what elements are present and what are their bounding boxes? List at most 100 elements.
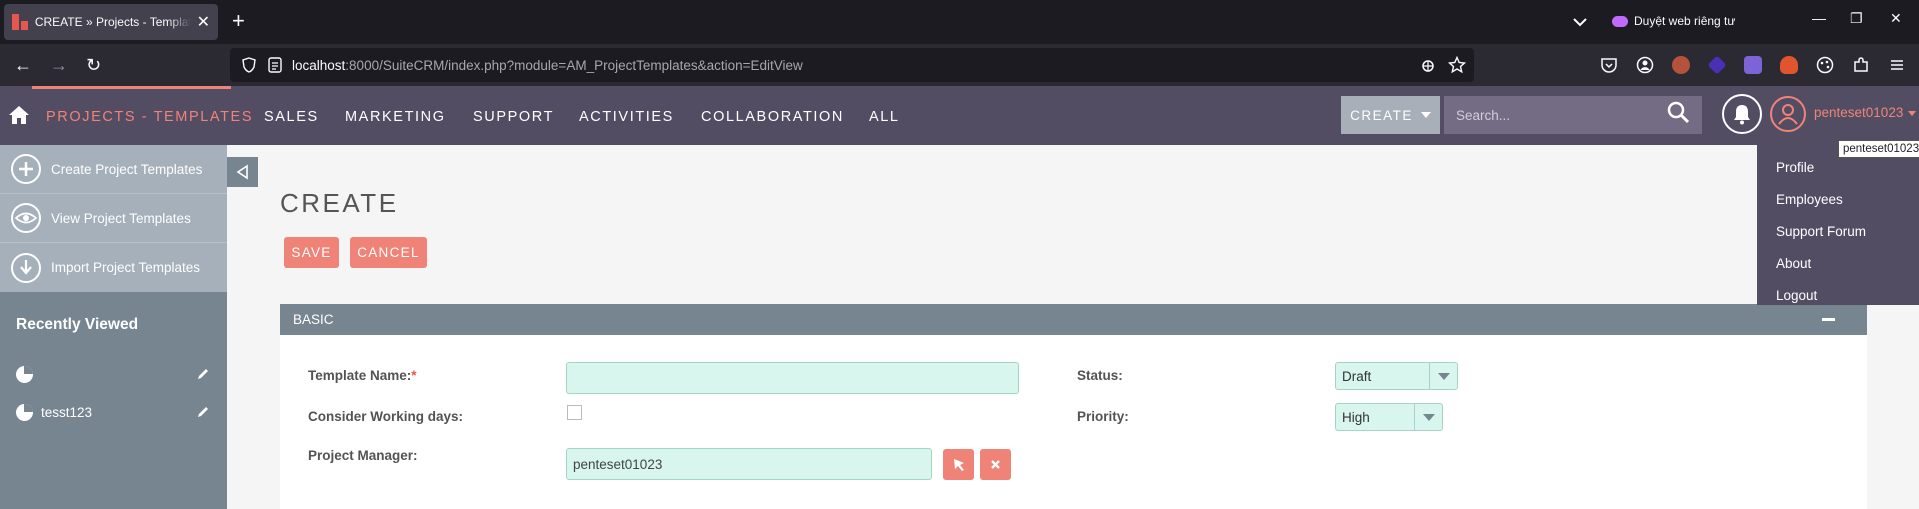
forward-icon[interactable]: → (50, 54, 68, 76)
clear-x-icon (991, 460, 1000, 469)
sidebar-action-label: Import Project Templates (51, 260, 201, 275)
back-icon[interactable]: ← (14, 54, 32, 76)
priority-select[interactable]: High (1335, 403, 1443, 431)
sidebar-action-view[interactable]: View Project Templates (0, 194, 227, 243)
sidebar-action-label: View Project Templates (51, 210, 191, 226)
panel-title: BASIC (293, 312, 334, 327)
priority-value: High (1342, 409, 1370, 425)
status-select[interactable]: Draft (1335, 362, 1458, 390)
account-icon[interactable] (1636, 56, 1654, 74)
search-icon[interactable] (1666, 100, 1690, 124)
status-value: Draft (1342, 368, 1372, 384)
working-days-checkbox[interactable] (567, 405, 582, 420)
user-avatar[interactable] (1770, 96, 1806, 132)
sidebar-action-import[interactable]: Import Project Templates (0, 243, 227, 292)
working-days-label: Consider Working days: (308, 409, 464, 424)
edit-pencil-icon[interactable] (196, 367, 210, 381)
clear-user-button[interactable] (980, 449, 1011, 480)
active-module-indicator (32, 86, 231, 89)
user-menu-toggle[interactable]: penteset01023 (1814, 105, 1917, 120)
extension-purple-icon[interactable] (1707, 55, 1727, 75)
nav-module-marketing[interactable]: MARKETING (345, 109, 446, 125)
browser-tab-bar: CREATE » Projects - Templates » SuiteCRM… (0, 0, 1919, 44)
extension-fox-icon[interactable] (1780, 56, 1798, 74)
menu-item-employees[interactable]: Employees (1757, 183, 1919, 215)
caret-down-icon (1908, 110, 1917, 116)
extensions-puzzle-icon[interactable] (1852, 56, 1870, 74)
new-tab-button[interactable]: + (232, 8, 245, 34)
recent-item[interactable] (0, 355, 227, 393)
bug-icon[interactable] (1420, 57, 1436, 73)
nav-module-all[interactable]: ALL (869, 109, 900, 125)
dropdown-arrow-icon (1414, 404, 1442, 430)
extension-avatar-icon[interactable] (1672, 56, 1690, 74)
select-arrow-icon (954, 459, 964, 471)
window-close-icon[interactable]: ✕ (1890, 10, 1902, 27)
menu-item-about[interactable]: About (1757, 247, 1919, 279)
suitecrm-favicon-icon (12, 14, 28, 30)
panel-basic-header[interactable]: BASIC (280, 304, 1867, 335)
template-name-label: Template Name:* (308, 368, 417, 383)
select-user-button[interactable] (943, 449, 974, 480)
nav-module-activities[interactable]: ACTIVITIES (579, 109, 674, 125)
sidebar-action-label: Create Project Templates (51, 161, 203, 177)
menu-icon[interactable] (1888, 56, 1906, 74)
reload-icon[interactable]: ↻ (86, 54, 101, 76)
caret-down-icon (1420, 112, 1431, 118)
template-name-input[interactable] (566, 362, 1019, 394)
list-all-tabs-icon[interactable] (1570, 12, 1590, 32)
create-dropdown-button[interactable]: CREATE (1341, 96, 1440, 134)
create-label: CREATE (1350, 107, 1413, 123)
bookmark-star-icon[interactable] (1448, 56, 1466, 74)
home-icon[interactable] (8, 104, 30, 126)
menu-item-logout[interactable]: Logout (1757, 279, 1919, 311)
eye-icon (11, 203, 41, 233)
nav-module-sales[interactable]: SALES (264, 109, 319, 125)
private-browsing-indicator: Duyệt web riêng tư (1612, 14, 1735, 28)
cancel-button[interactable]: CANCEL (350, 237, 427, 268)
status-label: Status: (1077, 368, 1123, 383)
sidebar-collapse-button[interactable] (227, 157, 258, 187)
project-manager-label: Project Manager: (308, 448, 418, 463)
username-tooltip: penteset01023 (1838, 140, 1919, 158)
tab-title: CREATE » Projects - Templates » SuiteCRM (34, 15, 191, 29)
nav-module-support[interactable]: SUPPORT (473, 109, 554, 125)
suitecrm-top-nav: PROJECTS - TEMPLATES SALES MARKETING SUP… (0, 86, 1919, 145)
palette-icon[interactable] (1816, 56, 1834, 74)
private-browsing-label: Duyệt web riêng tư (1634, 14, 1736, 28)
recently-viewed-title: Recently Viewed (16, 316, 139, 333)
edit-pencil-icon[interactable] (196, 405, 210, 419)
restore-icon[interactable]: ❐ (1850, 10, 1863, 27)
search-input[interactable] (1456, 107, 1656, 123)
extension-badge-icon[interactable] (1744, 56, 1762, 74)
required-mark: * (411, 368, 417, 383)
address-bar[interactable]: localhost:8000/SuiteCRM/index.php?module… (230, 48, 1474, 82)
project-manager-input[interactable]: penteset01023 (566, 448, 932, 480)
sidebar: Create Project Templates View Project Te… (0, 145, 227, 509)
nav-module-projects-templates[interactable]: PROJECTS - TEMPLATES (46, 109, 253, 125)
import-icon (11, 252, 41, 283)
menu-item-support-forum[interactable]: Support Forum (1757, 215, 1919, 247)
recent-item-label: tesst123 (41, 404, 93, 420)
shield-icon[interactable] (242, 57, 256, 73)
dropdown-arrow-icon (1429, 363, 1457, 389)
user-dropdown-menu: Profile Employees Support Forum About Lo… (1757, 145, 1919, 305)
minimize-icon[interactable]: — (1812, 10, 1826, 26)
tab-close-icon[interactable]: ✕ (197, 12, 210, 32)
user-icon (1778, 104, 1798, 125)
global-search (1444, 96, 1702, 134)
project-template-icon (16, 403, 33, 421)
sidebar-action-create[interactable]: Create Project Templates (0, 145, 227, 194)
page-title: CREATE (280, 188, 399, 218)
bell-icon (1734, 105, 1750, 125)
browser-tab[interactable]: CREATE » Projects - Templates » SuiteCRM… (4, 4, 218, 40)
notifications-button[interactable] (1722, 94, 1762, 134)
page-info-icon[interactable] (268, 57, 282, 73)
recent-item[interactable]: tesst123 (0, 393, 227, 431)
save-button[interactable]: SAVE (284, 237, 339, 268)
nav-module-collaboration[interactable]: COLLABORATION (701, 109, 844, 125)
url-text: localhost:8000/SuiteCRM/index.php?module… (292, 57, 803, 73)
pocket-icon[interactable] (1600, 56, 1618, 74)
collapse-minus-icon[interactable] (1822, 318, 1835, 321)
panel-basic-body (280, 335, 1867, 509)
